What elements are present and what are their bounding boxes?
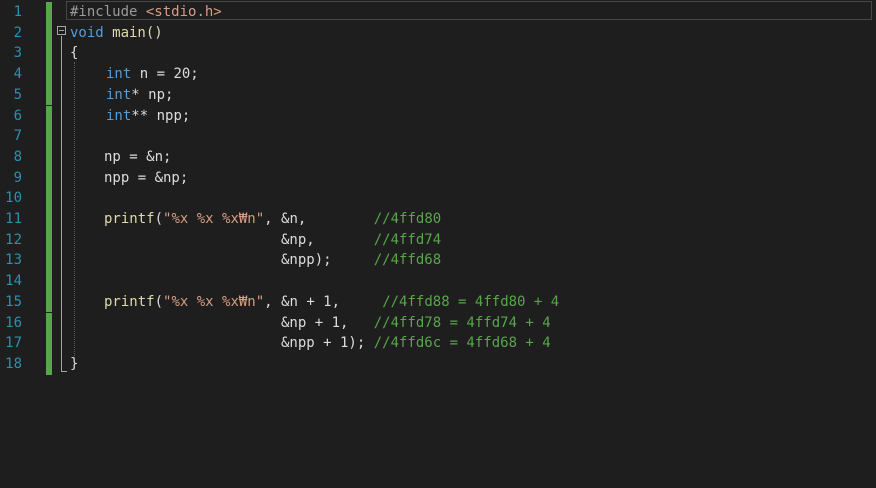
code-line-4[interactable]: 4 int n = 20; bbox=[0, 64, 876, 85]
change-marker bbox=[46, 167, 52, 189]
line-number: 15 bbox=[5, 293, 22, 310]
line-number: 11 bbox=[5, 211, 22, 227]
keyword: int bbox=[106, 66, 132, 83]
code-text[interactable]: &np, //4ffd74 bbox=[281, 230, 441, 251]
comment: //4ffd88 = 4ffd80 + 4 bbox=[382, 293, 560, 310]
change-marker bbox=[46, 105, 52, 127]
code-line-7[interactable]: 7 bbox=[0, 126, 876, 147]
keyword: int bbox=[106, 86, 132, 103]
arguments: &npp + 1); bbox=[281, 335, 374, 352]
code-text[interactable]: int** npp; bbox=[106, 106, 190, 127]
line-number: 3 bbox=[13, 45, 22, 62]
paren: ( bbox=[154, 293, 164, 310]
line-number: 10 bbox=[5, 190, 22, 207]
change-marker bbox=[46, 229, 52, 251]
function-call: printf bbox=[104, 293, 155, 310]
code-text[interactable]: npp = &np; bbox=[104, 168, 188, 189]
keyword: int bbox=[106, 107, 132, 124]
line-number: 13 bbox=[5, 252, 22, 269]
change-marker bbox=[46, 312, 52, 334]
comment: //4ffd6c = 4ffd68 + 4 bbox=[373, 335, 551, 352]
code-line-14[interactable]: 14 bbox=[0, 271, 876, 292]
change-marker bbox=[46, 22, 52, 44]
code-text[interactable]: int n = 20; bbox=[106, 64, 199, 85]
line-number: 16 bbox=[5, 314, 22, 331]
preprocessor-directive: #include bbox=[70, 4, 138, 20]
comment: //4ffd74 bbox=[373, 231, 442, 248]
statement: n = 20; bbox=[131, 66, 199, 83]
change-marker bbox=[46, 291, 52, 313]
code-line-8[interactable]: 8 np = &n; bbox=[0, 146, 876, 168]
arguments: &np + 1, bbox=[281, 314, 374, 331]
arguments: , &n + 1, bbox=[264, 293, 383, 310]
code-line-1[interactable]: 1 #include <stdio.h> bbox=[0, 2, 876, 23]
code-text[interactable]: &npp); //4ffd68 bbox=[281, 250, 441, 271]
format-string: "%x %x %x₩n" bbox=[163, 293, 265, 310]
line-number: 5 bbox=[13, 86, 22, 103]
change-marker bbox=[46, 353, 52, 375]
change-marker bbox=[46, 84, 52, 106]
change-marker bbox=[46, 64, 52, 85]
paren: ( bbox=[154, 211, 164, 227]
code-text[interactable]: { bbox=[70, 43, 78, 64]
code-text[interactable]: printf("%x %x %x₩n", &n + 1, //4ffd88 = … bbox=[104, 292, 559, 313]
code-text[interactable]: int* np; bbox=[106, 85, 173, 106]
line-number: 6 bbox=[13, 107, 22, 124]
change-marker bbox=[46, 126, 52, 147]
code-line-2[interactable]: 2 void main() bbox=[0, 22, 876, 44]
line-number: 12 bbox=[5, 231, 22, 248]
change-marker bbox=[46, 2, 52, 23]
code-line-13[interactable]: 13 &npp); //4ffd68 bbox=[0, 250, 876, 272]
code-line-16[interactable]: 16 &np + 1, //4ffd78 = 4ffd74 + 4 bbox=[0, 312, 876, 334]
arguments: &npp); bbox=[281, 252, 374, 269]
change-marker bbox=[46, 271, 52, 292]
code-text[interactable]: printf("%x %x %x₩n", &n, //4ffd80 bbox=[104, 209, 441, 230]
line-number: 7 bbox=[13, 128, 22, 145]
arguments: , &n, bbox=[264, 211, 374, 227]
code-line-15[interactable]: 15 printf("%x %x %x₩n", &n + 1, //4ffd88… bbox=[0, 291, 876, 313]
line-number: 17 bbox=[5, 335, 22, 352]
code-line-6[interactable]: 6 int** npp; bbox=[0, 105, 876, 127]
code-text[interactable]: void main() bbox=[70, 23, 163, 44]
comment: //4ffd78 = 4ffd74 + 4 bbox=[373, 314, 551, 331]
line-number: 14 bbox=[5, 273, 22, 290]
code-line-5[interactable]: 5 int* np; bbox=[0, 84, 876, 106]
code-text[interactable]: &np + 1, //4ffd78 = 4ffd74 + 4 bbox=[281, 313, 551, 334]
code-line-18[interactable]: 18 } bbox=[0, 353, 876, 375]
statement: * np; bbox=[131, 86, 174, 103]
keyword: void bbox=[70, 24, 104, 41]
include-header: <stdio.h> bbox=[145, 4, 222, 20]
code-text[interactable]: np = &n; bbox=[104, 147, 171, 168]
line-number: 8 bbox=[13, 148, 22, 165]
change-marker bbox=[46, 146, 52, 168]
line-number: 4 bbox=[13, 66, 22, 83]
code-line-17[interactable]: 17 &npp + 1); //4ffd6c = 4ffd68 + 4 bbox=[0, 333, 876, 354]
change-marker bbox=[46, 250, 52, 272]
code-text[interactable]: &npp + 1); //4ffd6c = 4ffd68 + 4 bbox=[281, 333, 551, 354]
code-line-11[interactable]: 11 printf("%x %x %x₩n", &n, //4ffd80 bbox=[0, 209, 876, 230]
comment: //4ffd80 bbox=[373, 211, 442, 227]
line-number: 2 bbox=[13, 24, 22, 41]
change-marker bbox=[46, 188, 52, 209]
code-editor[interactable]: 1 #include <stdio.h> 2 void main() 3 { 4… bbox=[0, 0, 876, 488]
format-string: "%x %x %x₩n" bbox=[163, 211, 265, 227]
code-text[interactable]: #include <stdio.h> bbox=[70, 2, 222, 23]
line-number: 1 bbox=[13, 4, 22, 20]
arguments: &np, bbox=[281, 231, 374, 248]
statement: ** npp; bbox=[131, 107, 191, 124]
code-line-10[interactable]: 10 bbox=[0, 188, 876, 209]
line-number: 18 bbox=[5, 355, 22, 372]
comment: //4ffd68 bbox=[373, 252, 442, 269]
change-marker bbox=[46, 333, 52, 354]
code-line-12[interactable]: 12 &np, //4ffd74 bbox=[0, 229, 876, 251]
code-line-3[interactable]: 3 { bbox=[0, 43, 876, 65]
change-marker bbox=[46, 209, 52, 230]
line-number: 9 bbox=[13, 169, 22, 186]
change-marker bbox=[46, 43, 52, 65]
function-signature: main() bbox=[103, 24, 163, 41]
code-text[interactable]: } bbox=[70, 354, 78, 375]
code-line-9[interactable]: 9 npp = &np; bbox=[0, 167, 876, 189]
function-call: printf bbox=[104, 211, 155, 227]
